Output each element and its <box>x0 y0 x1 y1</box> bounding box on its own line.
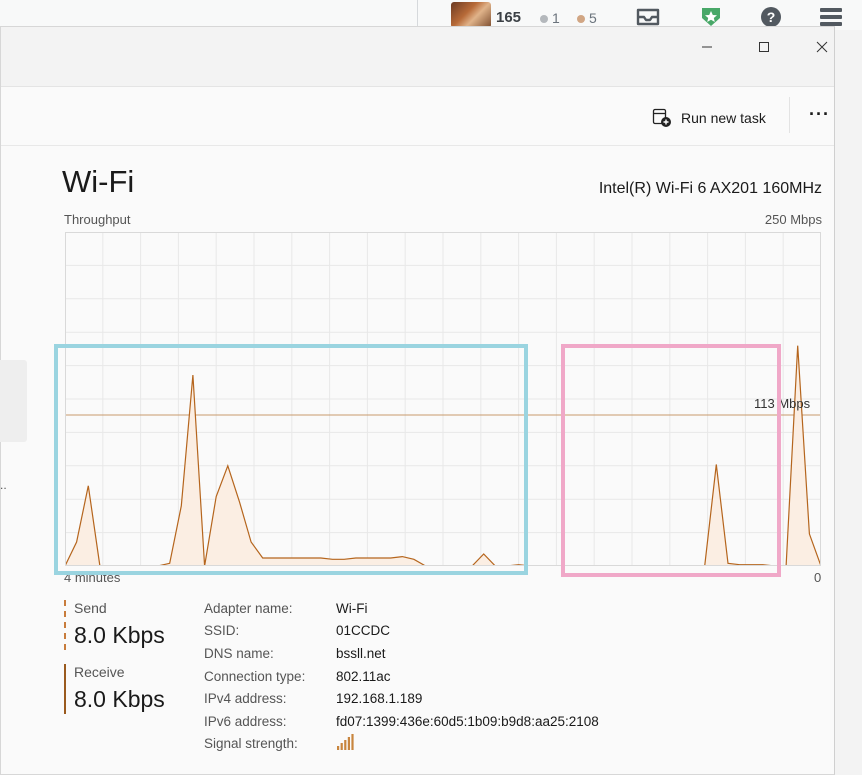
sidebar-selected-item[interactable] <box>0 360 27 442</box>
avatar[interactable] <box>451 2 491 28</box>
help-icon[interactable]: ? <box>758 6 784 28</box>
bronze-badge-value: 5 <box>589 10 597 26</box>
title-bar[interactable] <box>1 27 834 87</box>
minimize-button[interactable] <box>695 37 719 57</box>
chart-label-throughput: Throughput <box>64 212 131 227</box>
property-row: Adapter name: Wi-Fi <box>204 597 599 620</box>
property-key: IPv4 address: <box>204 691 287 707</box>
receive-indicator <box>64 664 66 714</box>
chart-label-max: 250 Mbps <box>764 212 822 227</box>
receive-label: Receive <box>74 664 125 680</box>
run-new-task-label: Run new task <box>681 110 766 126</box>
maximize-icon <box>759 42 769 52</box>
property-value: bssll.net <box>336 645 386 661</box>
inbox-icon[interactable] <box>635 6 661 28</box>
maximize-button[interactable] <box>752 37 776 57</box>
property-key: Connection type: <box>204 668 306 684</box>
signal-strength-value <box>336 733 356 754</box>
property-key: Signal strength: <box>204 736 298 752</box>
property-value: fd07:1399:436e:60d5:1b09:b9d8:aa25:2108 <box>336 713 599 729</box>
svg-text:?: ? <box>767 9 776 25</box>
highlight-box-blue <box>54 344 528 575</box>
adapter-model: Intel(R) Wi-Fi 6 AX201 160MHz <box>598 180 822 197</box>
property-value: 192.168.1.189 <box>336 691 423 707</box>
close-button[interactable] <box>810 37 834 57</box>
send-value: 8.0 Kbps <box>74 622 165 648</box>
silver-badge-count: 1 <box>540 10 560 26</box>
receive-value: 8.0 Kbps <box>74 686 165 712</box>
command-bar: Run new task ··· <box>1 87 834 146</box>
signal-strength-icon <box>337 734 354 751</box>
run-task-icon <box>652 108 671 127</box>
close-icon <box>816 41 828 53</box>
property-key: Adapter name: <box>204 600 293 616</box>
property-row: IPv6 address: fd07:1399:436e:60d5:1b09:b… <box>204 710 599 733</box>
reputation-count: 165 <box>496 9 522 26</box>
more-options-button[interactable]: ··· <box>809 104 830 125</box>
highlight-box-pink <box>561 344 781 577</box>
send-label: Send <box>74 600 107 616</box>
send-indicator <box>64 600 66 650</box>
page-title: Wi-Fi <box>62 164 135 199</box>
property-row: DNS name: bssll.net <box>204 642 599 665</box>
achievements-icon[interactable] <box>698 6 724 28</box>
property-row: SSID: 01CCDC <box>204 620 599 643</box>
adapter-properties: Adapter name: Wi-Fi SSID: 01CCDC DNS nam… <box>204 597 599 755</box>
property-key: DNS name: <box>204 645 274 661</box>
property-row: Signal strength: <box>204 733 599 756</box>
silver-badge-icon <box>540 15 548 23</box>
property-key: SSID: <box>204 623 240 639</box>
property-row: IPv4 address: 192.168.1.189 <box>204 687 599 710</box>
run-new-task-button[interactable]: Run new task <box>652 108 766 128</box>
site-switcher-icon[interactable] <box>818 6 844 28</box>
command-bar-divider <box>789 97 790 133</box>
minimize-icon <box>702 46 712 48</box>
property-key: IPv6 address: <box>204 713 287 729</box>
sidebar-overflow-icon[interactable]: .. <box>0 478 7 492</box>
property-value: Wi-Fi <box>336 600 368 616</box>
chart-zero-label: 0 <box>814 570 822 585</box>
bronze-badge-count: 5 <box>577 10 597 26</box>
property-value: 01CCDC <box>336 623 391 639</box>
property-value: 802.11ac <box>336 668 391 684</box>
silver-badge-value: 1 <box>552 10 560 26</box>
property-row: Connection type: 802.11ac <box>204 665 599 688</box>
bronze-badge-icon <box>577 15 585 23</box>
